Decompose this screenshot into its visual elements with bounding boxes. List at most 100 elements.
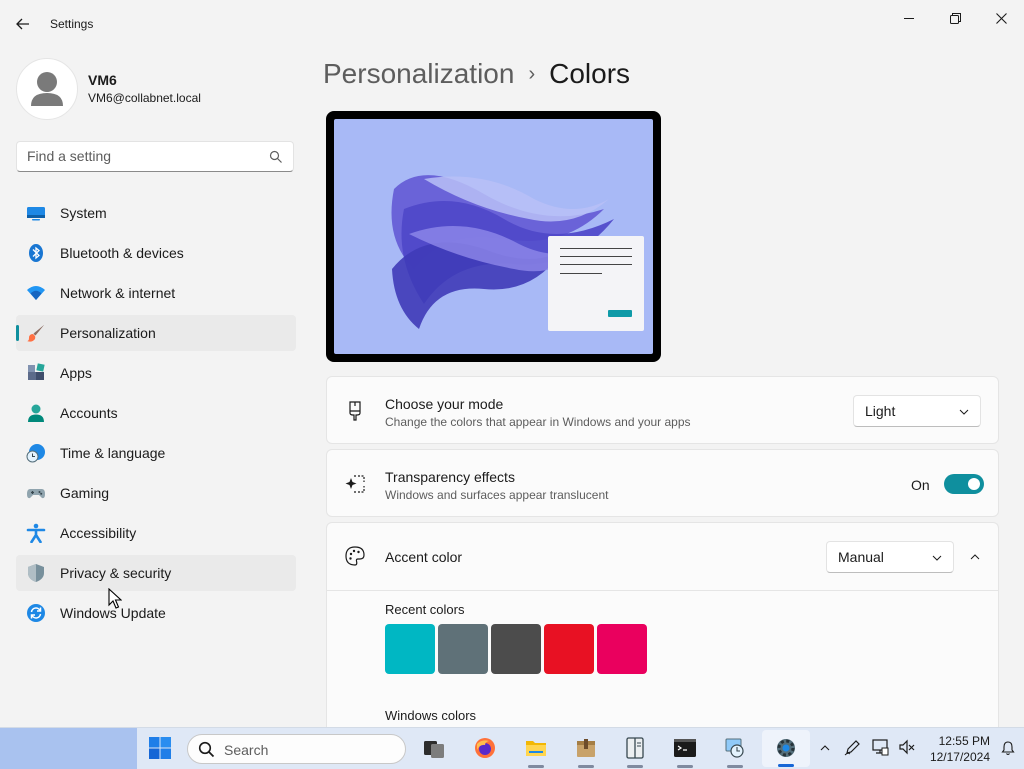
sidebar-item-accessibility[interactable]: Accessibility [16,515,296,551]
notebook-app-icon[interactable] [623,736,647,760]
mode-title: Choose your mode [385,396,504,412]
transparency-title: Transparency effects [385,469,515,485]
collapse-button[interactable] [963,545,987,569]
search-input[interactable] [27,148,257,164]
sidebar-item-label: Time & language [60,445,166,461]
minimize-icon [903,17,914,19]
settings-taskbar-button[interactable] [762,730,810,767]
accent-header[interactable]: Accent color Manual [327,523,998,591]
restore-button[interactable] [932,6,978,30]
network-tool-icon[interactable] [723,736,747,760]
sidebar-item-label: Accessibility [60,525,137,541]
sidebar-item-personalization[interactable]: Personalization [16,315,296,351]
mode-dropdown-value: Light [865,403,896,419]
selection-indicator [16,325,19,341]
user-icon [31,72,63,106]
sparkle-window-icon [345,475,365,493]
archive-icon[interactable] [574,736,598,760]
preview-desktop [334,119,653,354]
mode-subtitle: Change the colors that appear in Windows… [385,415,691,429]
transparency-toggle[interactable] [944,474,984,494]
back-button[interactable] [10,12,36,36]
monitor-icon [27,207,45,221]
volume-muted-icon[interactable] [898,738,916,756]
breadcrumb: Personalization › Colors [323,58,630,90]
clock-time: 12:55 PM [938,734,990,748]
transparency-state-label: On [911,477,930,493]
color-swatch[interactable] [491,624,541,674]
settings-search-box[interactable] [16,141,294,172]
sidebar-item-accounts[interactable]: Accounts [16,395,296,431]
restore-icon [949,12,961,24]
back-arrow-icon [16,18,29,30]
notification-bell-icon[interactable] [1000,740,1016,756]
sidebar-item-label: Accounts [60,405,118,421]
toggle-knob [968,478,980,490]
network-status-icon[interactable] [871,738,889,756]
chevron-up-icon[interactable] [819,742,831,754]
user-email: VM6@collabnet.local [88,91,201,105]
transparency-subtitle: Windows and surfaces appear translucent [385,488,609,502]
chevron-down-icon [932,555,942,561]
preview-accent-button [608,310,632,317]
taskbar-clock[interactable]: 12:55 PM 12/17/2024 [924,733,990,765]
gamepad-icon [27,489,45,499]
minimize-button[interactable] [886,6,932,30]
settings-gear-icon [777,739,795,757]
task-view-icon[interactable] [422,736,446,760]
sidebar-item-windows-update[interactable]: Windows Update [16,595,296,631]
sidebar-item-label: Apps [60,365,92,381]
palette-icon [345,546,365,566]
taskbar-search-label: Search [224,742,269,758]
taskbar-search-box[interactable]: Search [187,734,406,764]
sidebar-item-system[interactable]: System [16,195,296,231]
color-swatch[interactable] [385,624,435,674]
color-swatch[interactable] [597,624,647,674]
file-explorer-icon[interactable] [524,736,548,760]
sidebar-item-bluetooth[interactable]: Bluetooth & devices [16,235,296,271]
clock-date: 12/17/2024 [929,750,990,764]
close-button[interactable] [978,6,1024,30]
sidebar-item-label: Bluetooth & devices [60,245,184,261]
pen-icon[interactable] [844,738,862,756]
avatar[interactable] [16,58,78,120]
mode-dropdown[interactable]: Light [853,395,981,427]
wifi-icon [27,286,45,300]
sidebar-item-label: Privacy & security [60,565,172,581]
sidebar-item-label: Personalization [60,325,156,341]
color-swatch[interactable] [438,624,488,674]
sidebar-item-gaming[interactable]: Gaming [16,475,296,511]
sync-icon [27,604,45,622]
user-name: VM6 [88,72,117,88]
search-icon[interactable] [269,150,283,164]
shield-icon [28,564,44,582]
active-indicator [778,764,794,767]
paintbrush-icon [27,325,44,342]
search-icon [198,741,215,758]
sidebar-item-label: Network & internet [60,285,176,301]
close-icon [995,12,1007,24]
windows-colors-label: Windows colors [385,708,477,723]
sidebar-item-apps[interactable]: Apps [16,355,296,391]
sidebar-item-label: Gaming [60,485,110,501]
accent-title: Accent color [385,549,463,565]
chevron-up-icon [970,554,980,560]
apps-icon [28,363,45,380]
recent-colors-label: Recent colors [385,602,465,617]
sidebar-item-network[interactable]: Network & internet [16,275,296,311]
breadcrumb-parent[interactable]: Personalization [323,58,514,89]
color-swatch[interactable] [544,624,594,674]
sidebar-item-privacy-security[interactable]: Privacy & security [16,555,296,591]
sidebar-item-time-language[interactable]: Time & language [16,435,296,471]
person-icon [28,404,44,422]
sidebar-nav: System Bluetooth & devices Network & int… [16,195,296,635]
preview-window [548,236,644,331]
mouse-pointer-icon [108,588,122,609]
accent-dropdown[interactable]: Manual [826,541,954,573]
terminal-icon[interactable] [673,736,697,760]
breadcrumb-separator: › [528,63,536,85]
start-icon[interactable] [148,736,172,760]
title-bar: Settings [0,0,1024,48]
firefox-icon[interactable] [473,736,497,760]
globe-clock-icon [26,444,45,463]
